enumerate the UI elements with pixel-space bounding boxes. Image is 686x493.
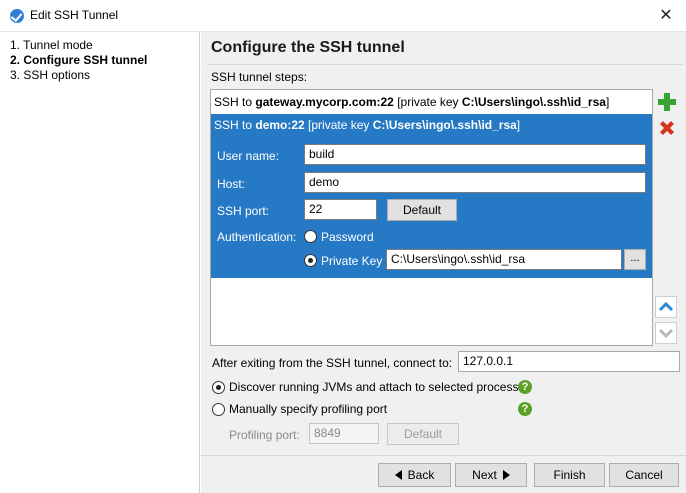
ssh-port-label: SSH port: <box>217 204 270 218</box>
app-icon <box>10 9 24 23</box>
host-input[interactable]: demo <box>304 172 646 193</box>
next-button[interactable]: Next <box>455 463 527 487</box>
host-label: Host: <box>217 177 246 191</box>
step-host: demo:22 <box>255 118 305 132</box>
add-step-button[interactable] <box>656 91 678 113</box>
profiling-port-label: Profiling port: <box>229 428 300 442</box>
profiling-port-default-button[interactable]: Default <box>387 423 459 445</box>
tunnel-step-row[interactable]: SSH to gateway.mycorp.com:22 [private ke… <box>211 90 652 114</box>
remove-icon <box>660 121 674 135</box>
back-arrow-icon <box>394 470 402 480</box>
ssh-port-default-button[interactable]: Default <box>387 199 457 221</box>
chevron-down-icon <box>658 328 674 339</box>
step-suffix: ] <box>516 118 521 132</box>
page-title: Configure the SSH tunnel <box>211 39 405 56</box>
manual-port-label: Manually specify profiling port <box>229 402 388 416</box>
authentication-label: Authentication: <box>217 230 297 244</box>
step-mid: [private key <box>393 95 462 109</box>
back-label: Back <box>407 468 435 482</box>
manual-help-icon[interactable]: ? <box>518 402 532 416</box>
user-name-label: User name: <box>217 149 280 163</box>
password-label: Password <box>321 230 374 244</box>
browse-private-key-button[interactable]: ... <box>624 249 646 270</box>
finish-button[interactable]: Finish <box>534 463 605 487</box>
back-button[interactable]: Back <box>378 463 451 487</box>
chevron-up-icon <box>658 301 674 312</box>
nav-item-configure-ssh-tunnel[interactable]: 2. Configure SSH tunnel <box>10 53 147 67</box>
step-prefix: SSH to <box>214 95 256 109</box>
remove-step-button[interactable] <box>656 117 678 139</box>
discover-jvms-radio[interactable] <box>212 381 225 394</box>
password-radio[interactable] <box>304 230 317 243</box>
cancel-button[interactable]: Cancel <box>609 463 679 487</box>
profiling-port-input[interactable]: 8849 <box>309 423 379 444</box>
step-host: gateway.mycorp.com:22 <box>255 95 394 109</box>
selected-step-header: SSH to demo:22 [private key C:\Users\ing… <box>214 118 520 132</box>
tunnel-step-row-selected[interactable]: SSH to demo:22 [private key C:\Users\ing… <box>211 114 652 278</box>
title-divider <box>207 64 683 65</box>
nav-item-tunnel-mode[interactable]: 1. Tunnel mode <box>10 38 93 52</box>
connect-to-label: After exiting from the SSH tunnel, conne… <box>212 356 453 370</box>
next-arrow-icon <box>502 470 510 480</box>
step-prefix: SSH to <box>214 118 256 132</box>
private-key-label: Private Key <box>321 254 383 268</box>
step-key: C:\Users\ingo\.ssh\id_rsa <box>461 95 606 109</box>
nav-item-ssh-options[interactable]: 3. SSH options <box>10 68 90 82</box>
private-key-path-input[interactable]: C:\Users\ingo\.ssh\id_rsa <box>386 249 622 270</box>
discover-help-icon[interactable]: ? <box>518 380 532 394</box>
next-label: Next <box>472 468 497 482</box>
discover-jvms-label: Discover running JVMs and attach to sele… <box>229 380 519 394</box>
steps-label: SSH tunnel steps: <box>211 70 308 84</box>
move-step-down-button[interactable] <box>655 322 677 344</box>
manual-port-radio[interactable] <box>212 403 225 416</box>
ssh-port-input[interactable]: 22 <box>304 199 377 220</box>
step-suffix: ] <box>605 95 610 109</box>
plus-icon <box>658 93 676 111</box>
user-name-input[interactable]: build <box>304 144 646 165</box>
footer-divider <box>201 455 686 456</box>
close-button[interactable]: ✕ <box>648 2 684 30</box>
step-key: C:\Users\ingo\.ssh\id_rsa <box>372 118 517 132</box>
wizard-step-nav: 1. Tunnel mode 2. Configure SSH tunnel 3… <box>0 32 200 493</box>
step-mid: [private key <box>304 118 373 132</box>
move-step-up-button[interactable] <box>655 296 677 318</box>
private-key-radio[interactable] <box>304 254 317 267</box>
connect-to-input[interactable]: 127.0.0.1 <box>458 351 680 372</box>
window-title: Edit SSH Tunnel <box>30 8 119 22</box>
